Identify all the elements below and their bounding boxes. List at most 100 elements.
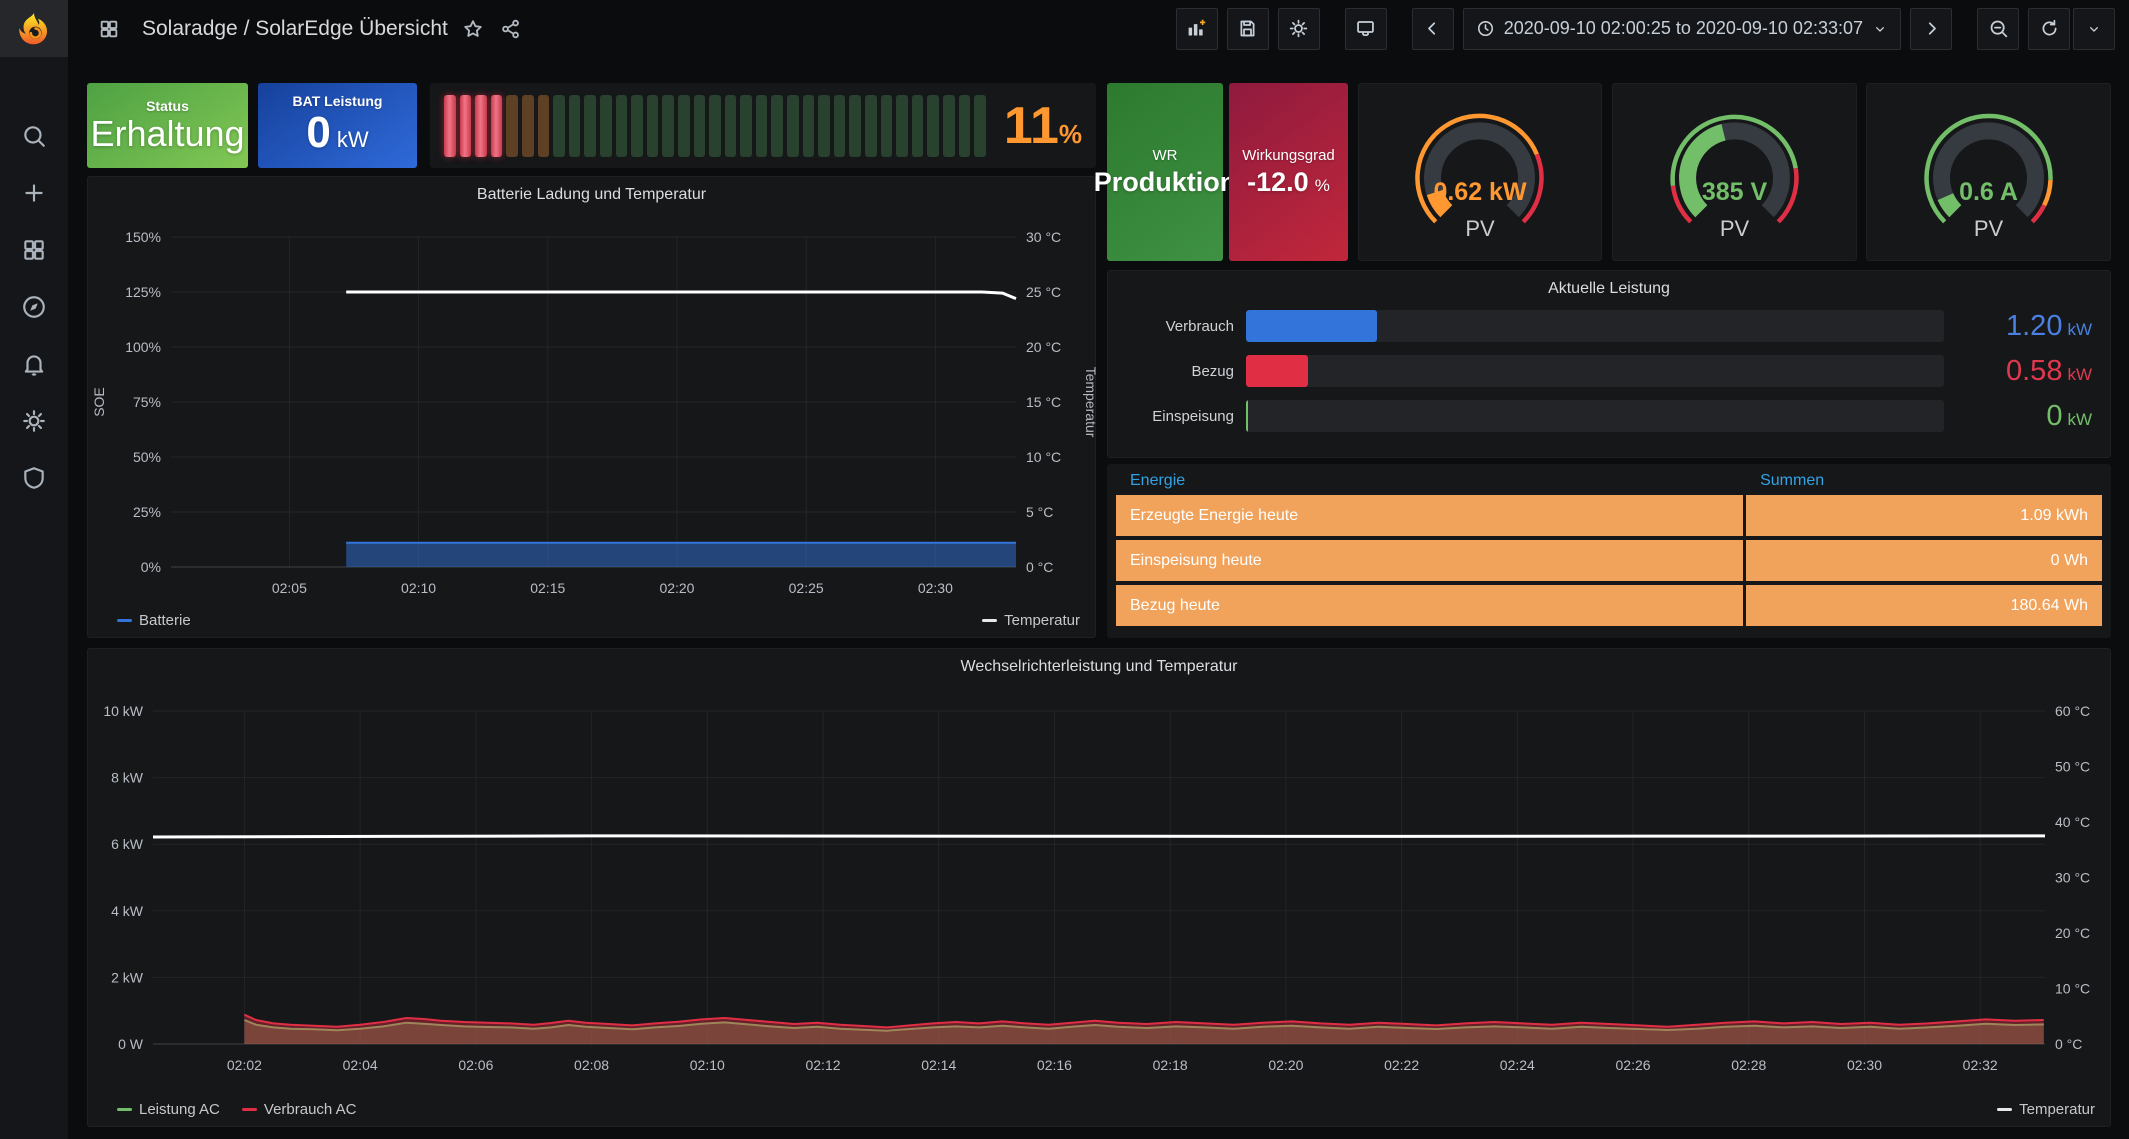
x-axis-tick-label: 02:18: [1153, 1057, 1188, 1073]
legend-item-Leistung AC[interactable]: Leistung AC: [117, 1101, 220, 1118]
soc-cell-unlit: [709, 95, 721, 157]
legend-label: Temperatur: [2019, 1101, 2095, 1118]
energie-table-header: Energie Summen: [1116, 472, 2102, 490]
chevron-left-icon: [1422, 18, 1443, 39]
y-axis-tick-label: 15 °C: [1026, 394, 1061, 410]
legend-label: Batterie: [139, 612, 191, 629]
bat-value-number: 0: [306, 108, 330, 157]
soc-cell-unlit: [912, 95, 924, 157]
legend-swatch: [1997, 1108, 2012, 1111]
column-header-summen[interactable]: Summen: [1746, 472, 2102, 490]
batterie-chart[interactable]: 0%25%50%75%100%125%150%0 °C5 °C10 °C15 °…: [89, 211, 1094, 637]
legend-left-group: Leistung AC Verbrauch AC: [117, 1101, 356, 1118]
column-header-energie[interactable]: Energie: [1116, 472, 1743, 490]
x-axis-tick-label: 02:22: [1384, 1057, 1419, 1073]
panel-title[interactable]: Batterie Ladung und Temperatur: [88, 177, 1095, 204]
soc-cell-unlit: [803, 95, 815, 157]
table-row: Bezug heute180.64 Wh: [1116, 585, 2102, 626]
time-range-forward-button[interactable]: [1910, 8, 1952, 50]
wirkungsgrad-unit: %: [1315, 176, 1330, 195]
value-number: 1.20: [2006, 310, 2062, 342]
pv-kw-gauge-panel[interactable]: 0.62 kW PV: [1358, 83, 1602, 261]
gauge-value: 0.6 A: [1867, 178, 2110, 207]
table-cell-energie: Erzeugte Energie heute: [1116, 495, 1743, 536]
leistung-row: Bezug0.58kW: [1122, 355, 2092, 387]
pv-ampere-gauge-panel[interactable]: 0.6 A PV: [1866, 83, 2111, 261]
soc-cell-unlit: [896, 95, 908, 157]
search-icon[interactable]: [21, 123, 47, 149]
grafana-logo[interactable]: [0, 0, 68, 57]
share-icon[interactable]: [500, 18, 522, 40]
gauge-label: PV: [1359, 216, 1601, 242]
leistung-bar-track: [1246, 310, 1944, 342]
table-cell-energie: Einspeisung heute: [1116, 540, 1743, 581]
aktuelle-leistung-panel: Aktuelle Leistung Verbrauch1.20kWBezug0.…: [1107, 270, 2111, 458]
panel-title[interactable]: Wechselrichterleistung und Temperatur: [88, 649, 2110, 676]
zoom-out-button[interactable]: [1977, 8, 2019, 50]
y-axis-tick-label: 5 °C: [1026, 504, 1053, 520]
alerting-bell-icon[interactable]: [21, 351, 47, 377]
legend-item-Temperatur[interactable]: Temperatur: [1997, 1101, 2095, 1118]
cycle-view-button[interactable]: [1345, 8, 1387, 50]
wirkungsgrad-number: -12.0: [1247, 167, 1309, 197]
y-axis-tick-label: 0 °C: [2055, 1036, 2082, 1052]
dashboard-settings-button[interactable]: [1278, 8, 1320, 50]
dashboard-squares-icon[interactable]: [98, 18, 120, 40]
refresh-interval-button[interactable]: [2073, 8, 2115, 50]
add-panel-button[interactable]: [1176, 8, 1218, 50]
dashboard-title[interactable]: Solaradge / SolarEdge Übersicht: [142, 17, 448, 41]
legend-item-Verbrauch AC[interactable]: Verbrauch AC: [242, 1101, 357, 1118]
x-axis-tick-label: 02:28: [1731, 1057, 1766, 1073]
navbar-actions: 2020-09-10 02:00:25 to 2020-09-10 02:33:…: [1176, 8, 2115, 50]
soc-cell-unlit: [694, 95, 706, 157]
table-cell-summen: 180.64 Wh: [1746, 585, 2102, 626]
leistung-bar-fill: [1246, 310, 1377, 342]
refresh-button[interactable]: [2028, 8, 2070, 50]
dashboards-icon[interactable]: [21, 237, 47, 263]
soc-cell-lit: [444, 95, 456, 157]
time-range-back-button[interactable]: [1412, 8, 1454, 50]
wr-label: WR: [1153, 147, 1178, 164]
chart-plot-area[interactable]: 0%25%50%75%100%125%150%0 °C5 °C10 °C15 °…: [89, 211, 1096, 599]
soc-bar-gauge-panel[interactable]: 11%: [430, 83, 1096, 168]
add-panel-icon: [1186, 18, 1207, 39]
legend-item-Temperatur[interactable]: Temperatur: [982, 612, 1080, 629]
configuration-gear-icon[interactable]: [21, 408, 47, 434]
x-axis-tick-label: 02:20: [1268, 1057, 1303, 1073]
chart-plot-area[interactable]: 0 W2 kW4 kW6 kW8 kW10 kW0 °C10 °C20 °C30…: [89, 683, 2111, 1086]
legend-item-Batterie[interactable]: Batterie: [117, 612, 191, 629]
pv-volt-gauge-panel[interactable]: 385 V PV: [1612, 83, 1857, 261]
y-axis-tick-label: 0 W: [118, 1036, 144, 1052]
wechselrichter-chart-panel: Wechselrichterleistung und Temperatur 0 …: [87, 648, 2111, 1127]
table-cell-summen: 1.09 kWh: [1746, 495, 2102, 536]
table-cell-energie: Bezug heute: [1116, 585, 1743, 626]
wr-produktion-stat-panel[interactable]: WR Produktion: [1107, 83, 1223, 261]
bat-value-unit: kW: [337, 127, 369, 152]
panel-title[interactable]: Aktuelle Leistung: [1108, 271, 2110, 298]
soc-cell-unlit: [818, 95, 830, 157]
legend-left-group: Batterie: [117, 612, 191, 629]
y-axis-tick-label: 2 kW: [111, 969, 144, 985]
y-axis-tick-label: 6 kW: [111, 836, 144, 852]
soc-cell-unlit: [647, 95, 659, 157]
soc-bar-gauge-cells: [444, 95, 986, 157]
x-axis-tick-label: 02:10: [401, 580, 436, 596]
status-label: Status: [146, 98, 189, 114]
wirkungsgrad-stat-panel[interactable]: Wirkungsgrad -12.0%: [1229, 83, 1348, 261]
create-plus-icon[interactable]: [21, 180, 47, 206]
bat-leistung-stat-panel[interactable]: BAT Leistung 0kW: [258, 83, 417, 168]
y-axis-tick-label: 0 °C: [1026, 559, 1053, 575]
save-dashboard-button[interactable]: [1227, 8, 1269, 50]
time-picker-button[interactable]: 2020-09-10 02:00:25 to 2020-09-10 02:33:…: [1463, 8, 1901, 50]
server-admin-shield-icon[interactable]: [21, 465, 47, 491]
soc-cell-unlit: [678, 95, 690, 157]
y-axis-tick-label: 50 °C: [2055, 759, 2090, 775]
grafana-logo-icon: [15, 10, 53, 48]
x-axis-tick-label: 02:25: [789, 580, 824, 596]
explore-compass-icon[interactable]: [21, 294, 47, 320]
status-stat-panel[interactable]: Status Erhaltung: [87, 83, 248, 168]
soc-cell-unlit: [553, 95, 565, 157]
wechselrichter-chart[interactable]: 0 W2 kW4 kW6 kW8 kW10 kW0 °C10 °C20 °C30…: [89, 683, 2109, 1126]
star-icon[interactable]: [462, 18, 484, 40]
status-value: Erhaltung: [90, 114, 244, 154]
